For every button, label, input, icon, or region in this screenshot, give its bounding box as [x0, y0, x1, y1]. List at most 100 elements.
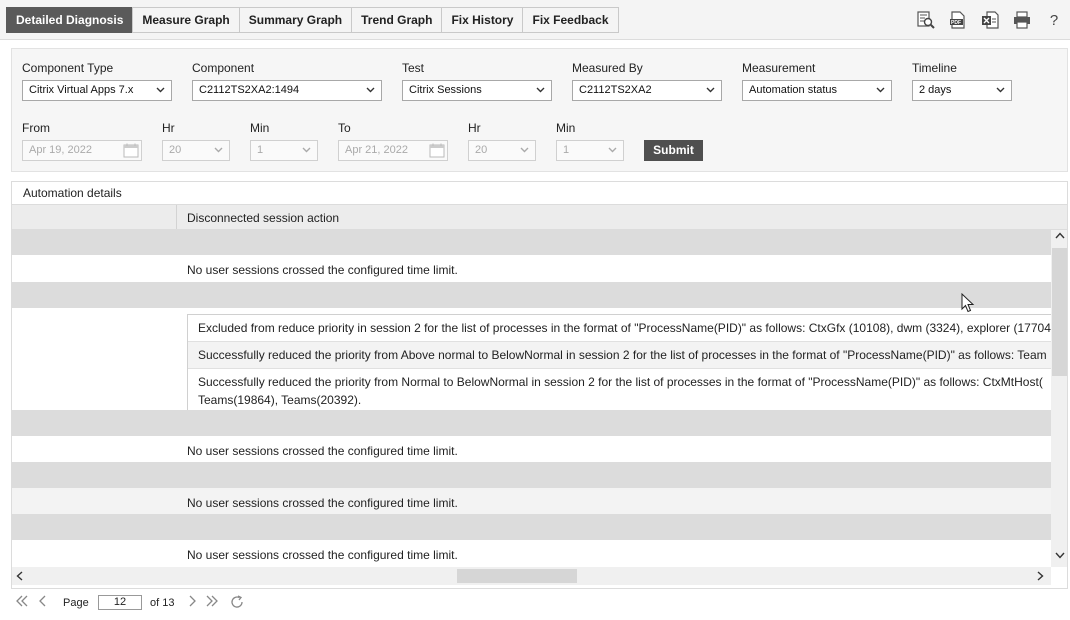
sub-table: Excluded from reduce priority in session… [187, 314, 1051, 414]
print-icon[interactable] [1006, 9, 1038, 31]
table-row: No user sessions crossed the configured … [12, 255, 1051, 282]
chevron-down-icon [876, 87, 885, 93]
table-header: Disconnected session action [12, 204, 1067, 230]
sub-table-row: Excluded from reduce priority in session… [188, 315, 1051, 342]
test-select[interactable]: Citrix Sessions [402, 80, 552, 101]
to-min-value: 1 [563, 144, 570, 156]
tab-detailed-diagnosis[interactable]: Detailed Diagnosis [6, 7, 134, 33]
tab-summary-graph[interactable]: Summary Graph [238, 7, 353, 33]
vertical-scrollbar[interactable] [1051, 230, 1067, 567]
timeline-select[interactable]: 2 days [912, 80, 1012, 101]
measurement-label: Measurement [742, 61, 816, 75]
scroll-left-icon[interactable] [16, 571, 23, 581]
column-header-disconnected-session-action[interactable]: Disconnected session action [187, 211, 339, 225]
filter-panel: Component Type Citrix Virtual Apps 7.x C… [11, 48, 1068, 172]
to-date-value: Apr 21, 2022 [345, 144, 408, 156]
to-min-label: Min [556, 121, 576, 135]
tabs: Detailed Diagnosis Measure Graph Summary… [6, 7, 619, 33]
scroll-up-icon[interactable] [1055, 232, 1065, 239]
chevron-down-icon [996, 87, 1005, 93]
chevron-down-icon [302, 147, 311, 153]
vertical-scroll-thumb[interactable] [1052, 248, 1067, 376]
page-count: of 13 [150, 597, 175, 609]
from-hr-value: 20 [169, 144, 182, 156]
pdf-icon[interactable]: PDF [942, 9, 974, 31]
refresh-icon[interactable] [230, 595, 244, 609]
first-page-icon[interactable] [15, 595, 29, 607]
from-label: From [22, 121, 50, 135]
to-date-input[interactable]: Apr 21, 2022 [338, 140, 448, 161]
chevron-down-icon [366, 87, 375, 93]
last-page-icon[interactable] [205, 595, 219, 607]
to-hr-select[interactable]: 20 [468, 140, 536, 161]
row-message: No user sessions crossed the configured … [187, 263, 458, 277]
mouse-cursor-icon [961, 293, 975, 313]
chevron-down-icon [520, 147, 529, 153]
page-number-input[interactable]: 12 [98, 595, 142, 610]
toolbar-icons: PDF ? [910, 9, 1070, 31]
table-row: No user sessions crossed the configured … [12, 540, 1051, 567]
chevron-down-icon [156, 87, 165, 93]
header-blank-cell [12, 205, 177, 229]
component-select[interactable]: C2112TS2XA2:1494 [192, 80, 382, 101]
to-min-select[interactable]: 1 [556, 140, 624, 161]
pagination: Page 12 of 13 [11, 591, 1068, 615]
from-min-select[interactable]: 1 [250, 140, 318, 161]
tab-measure-graph[interactable]: Measure Graph [132, 7, 240, 33]
search-report-icon[interactable] [910, 9, 942, 31]
table-row: Excluded from reduce priority in session… [12, 308, 1051, 414]
tab-fix-history[interactable]: Fix History [441, 7, 524, 33]
component-value: C2112TS2XA2:1494 [199, 84, 300, 96]
excel-icon[interactable] [974, 9, 1006, 31]
group-row[interactable] [12, 514, 1051, 540]
component-type-value: Citrix Virtual Apps 7.x [29, 84, 134, 96]
group-row[interactable] [12, 410, 1051, 436]
group-row[interactable] [12, 282, 1051, 308]
automation-details-panel: Automation details Disconnected session … [11, 181, 1068, 589]
help-icon[interactable]: ? [1038, 9, 1070, 31]
to-hr-label: Hr [468, 121, 481, 135]
row-message: No user sessions crossed the configured … [187, 496, 458, 510]
help-icon-glyph: ? [1049, 11, 1059, 29]
measurement-select[interactable]: Automation status [742, 80, 892, 101]
timeline-label: Timeline [912, 61, 957, 75]
timeline-value: 2 days [919, 84, 952, 96]
component-type-select[interactable]: Citrix Virtual Apps 7.x [22, 80, 172, 101]
submit-button[interactable]: Submit [644, 140, 703, 161]
sub-table-row: Successfully reduced the priority from A… [188, 342, 1051, 369]
table-row: No user sessions crossed the configured … [12, 488, 1051, 514]
chevron-down-icon [608, 147, 617, 153]
chevron-down-icon [536, 87, 545, 93]
from-date-value: Apr 19, 2022 [29, 144, 92, 156]
component-label: Component [192, 61, 255, 75]
test-label: Test [402, 61, 425, 75]
tab-fix-feedback[interactable]: Fix Feedback [522, 7, 619, 33]
row-message: No user sessions crossed the configured … [187, 444, 458, 458]
horizontal-scroll-thumb[interactable] [457, 569, 577, 583]
scroll-right-icon[interactable] [1037, 571, 1044, 581]
group-row[interactable] [12, 462, 1051, 488]
test-value: Citrix Sessions [409, 84, 482, 96]
calendar-icon[interactable] [123, 143, 139, 158]
row-message: No user sessions crossed the configured … [187, 548, 458, 562]
previous-page-icon[interactable] [38, 595, 47, 607]
page-label: Page [63, 597, 89, 609]
panel-title: Automation details [23, 186, 122, 200]
table-body: No user sessions crossed the configured … [12, 230, 1051, 567]
from-hr-select[interactable]: 20 [162, 140, 230, 161]
measurement-value: Automation status [749, 84, 838, 96]
tab-trend-graph[interactable]: Trend Graph [351, 7, 443, 33]
from-hr-label: Hr [162, 121, 175, 135]
next-page-icon[interactable] [188, 595, 197, 607]
from-date-input[interactable]: Apr 19, 2022 [22, 140, 142, 161]
from-min-label: Min [250, 121, 270, 135]
pdf-icon-label: PDF [951, 20, 961, 26]
table-row: No user sessions crossed the configured … [12, 436, 1051, 462]
from-min-value: 1 [257, 144, 264, 156]
measured-by-select[interactable]: C2112TS2XA2 [572, 80, 722, 101]
horizontal-scrollbar[interactable] [12, 567, 1051, 585]
component-type-label: Component Type [22, 61, 114, 75]
group-row[interactable] [12, 230, 1051, 255]
calendar-icon[interactable] [429, 143, 445, 158]
scroll-down-icon[interactable] [1055, 552, 1065, 559]
